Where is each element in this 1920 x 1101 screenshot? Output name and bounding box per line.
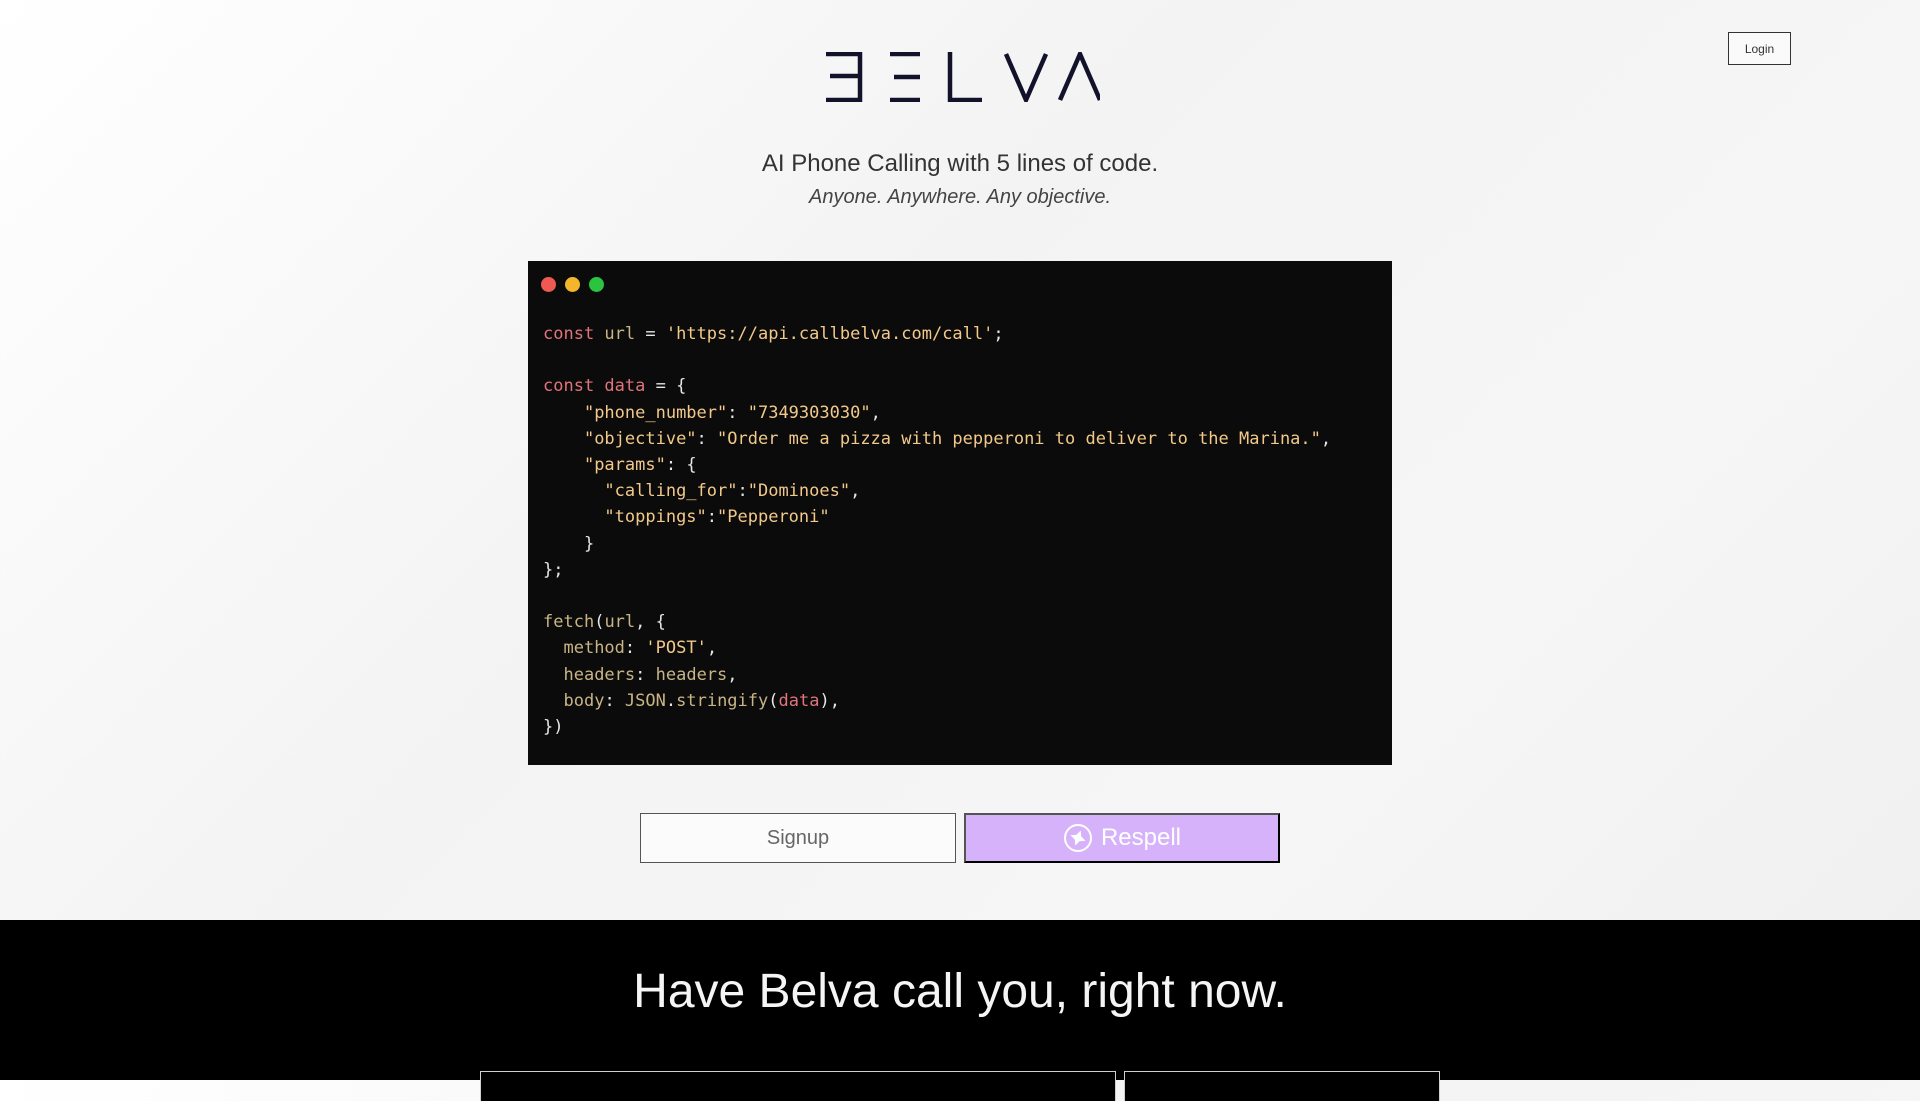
respell-button[interactable]: Respell: [964, 813, 1280, 863]
code-line: }: [543, 533, 595, 554]
code-line: "calling_for":"Dominoes",: [604, 481, 861, 502]
respell-label: Respell: [1100, 824, 1182, 851]
belva-logo-mark: [826, 52, 1100, 102]
code-line: "params": {: [583, 455, 697, 476]
hero-subtagline: Anyone. Anywhere. Any objective.: [808, 186, 1112, 208]
login-button[interactable]: Login: [1728, 32, 1791, 65]
call-me-section: Have Belva call you, right now.: [0, 920, 1920, 1101]
code-line: "toppings":"Pepperoni": [604, 507, 830, 528]
code-snippet: const url = 'https://api.callbelva.com/c…: [543, 321, 1331, 740]
red-dot-icon: [541, 277, 556, 292]
code-line: "objective": "Order me a pizza with pepp…: [583, 428, 1332, 449]
code-line: const url = 'https://api.callbelva.com/c…: [543, 324, 1004, 344]
code-line: "phone_number": "7349303030",: [583, 402, 881, 423]
code-line: };: [543, 559, 564, 580]
belva-logo: [820, 52, 1100, 102]
phone-input[interactable]: [1124, 1071, 1440, 1101]
code-line: headers: headers,: [563, 664, 738, 685]
cta-heading: Have Belva call you, right now.: [633, 965, 1287, 1018]
code-line: }): [543, 717, 564, 738]
code-window: const url = 'https://api.callbelva.com/c…: [528, 261, 1392, 765]
code-line: body: JSON.stringify(data),: [563, 690, 840, 711]
code-line: method: 'POST',: [563, 638, 718, 659]
hero-tagline: AI Phone Calling with 5 lines of code.: [761, 150, 1159, 177]
name-input[interactable]: [480, 1071, 1116, 1101]
code-line: fetch(url, {: [543, 612, 666, 633]
yellow-dot-icon: [565, 277, 580, 292]
window-controls: [541, 277, 604, 292]
code-line: const data = {: [543, 376, 687, 397]
signup-button[interactable]: Signup: [640, 813, 956, 863]
respell-logo-icon: [1063, 823, 1093, 853]
green-dot-icon: [589, 277, 604, 292]
